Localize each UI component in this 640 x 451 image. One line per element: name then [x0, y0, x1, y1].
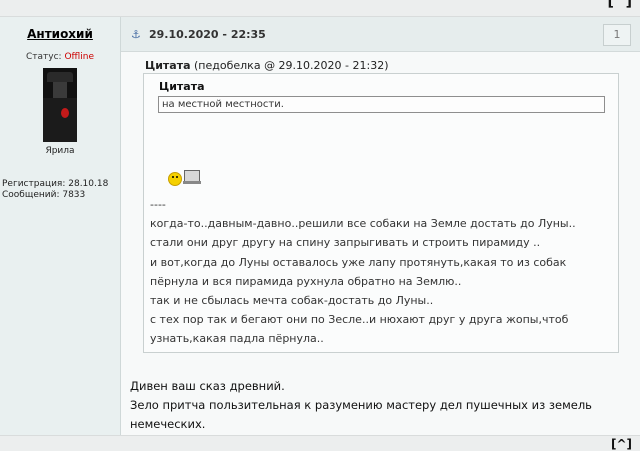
- status-value: Offline: [64, 52, 94, 62]
- anchor-icon[interactable]: ⚓: [131, 28, 141, 41]
- registration-date: Регистрация: 28.10.18: [2, 179, 109, 189]
- post-header: ⚓ 29.10.2020 - 22:35 1: [121, 17, 640, 52]
- username-link[interactable]: Антиохий: [0, 27, 120, 41]
- message-count: Сообщений: 7833: [2, 190, 86, 200]
- status-label: Статус:: [26, 52, 62, 62]
- quote-body-text: ---- когда-то..давным-давно..решили все …: [150, 198, 576, 346]
- post-date: 29.10.2020 - 22:35: [149, 28, 266, 41]
- jump-top-link[interactable]: [^]: [607, 0, 632, 10]
- quote-header: Цитата (педобелка @ 29.10.2020 - 21:32): [145, 59, 389, 72]
- inner-quote-title: Цитата: [159, 80, 205, 93]
- quote-title: Цитата: [145, 59, 191, 72]
- bottom-bar: [^]: [0, 435, 640, 451]
- user-meta: Регистрация: 28.10.18 Сообщений: 7833: [2, 179, 108, 201]
- post-content: ⚓ 29.10.2020 - 22:35 1 Цитата (педобелка…: [121, 17, 640, 435]
- reply-text: Дивен ваш сказ древний. Зело притча поль…: [130, 379, 592, 431]
- user-signature: Ярила: [45, 146, 75, 156]
- avatar: [43, 68, 77, 142]
- user-status: Статус: Offline: [0, 52, 120, 62]
- smiley-icon: [168, 172, 182, 186]
- forum-post: Антиохий Статус: Offline Ярила Регистрац…: [0, 17, 640, 435]
- quote-block: Цитата на местной местности. ---- когда-…: [143, 73, 619, 353]
- jump-bottom-link[interactable]: [^]: [611, 437, 632, 451]
- post-number-button[interactable]: 1: [603, 24, 631, 46]
- computer-icon: [183, 170, 201, 184]
- top-bar: [^]: [0, 0, 640, 17]
- user-sidebar: Антиохий Статус: Offline Ярила Регистрац…: [0, 17, 121, 435]
- quote-meta: (педобелка @ 29.10.2020 - 21:32): [194, 59, 389, 72]
- inner-quote-text: на местной местности.: [158, 96, 605, 113]
